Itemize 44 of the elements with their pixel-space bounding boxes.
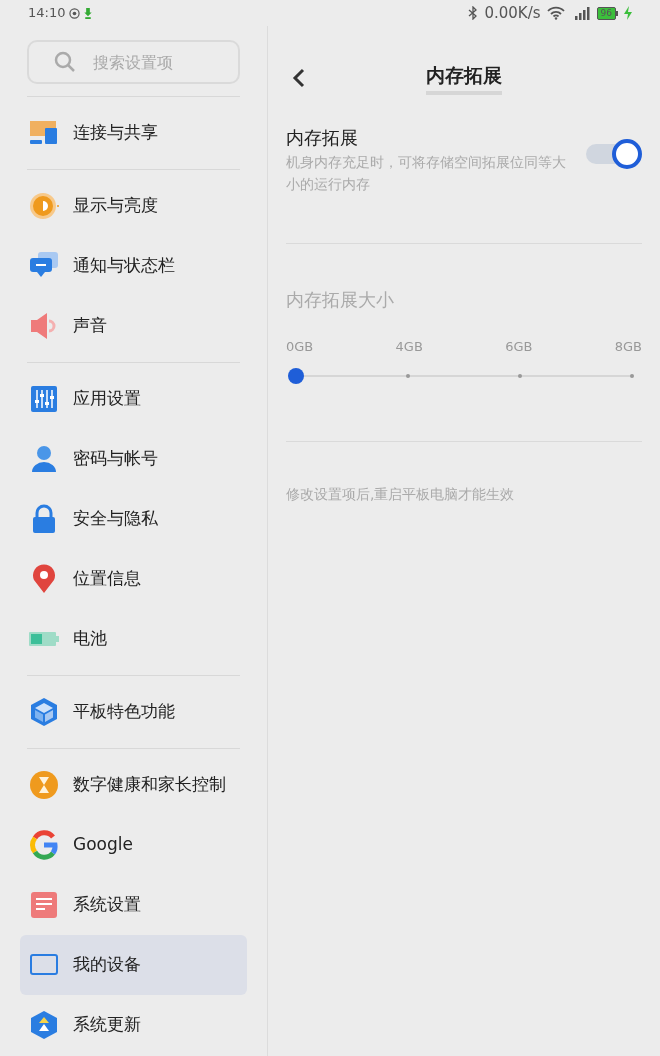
document-icon	[29, 890, 59, 920]
sidebar-item[interactable]: 连接与共享	[20, 103, 247, 163]
wifi-icon	[546, 6, 565, 20]
sidebar-item[interactable]: Google	[20, 815, 247, 875]
sidebar-item[interactable]: 系统设置	[20, 875, 247, 935]
slider-thumb[interactable]	[288, 367, 304, 384]
slider-label: 4GB	[395, 338, 423, 356]
sidebar-item[interactable]: 系统更新	[20, 995, 247, 1055]
person-icon	[29, 444, 59, 474]
status-time: 14:10	[28, 4, 66, 23]
setting-description: 机身内存充足时，可将存储空间拓展位同等大小的运行内存	[286, 153, 567, 194]
update-icon	[29, 1010, 59, 1040]
sidebar-item[interactable]: 我的设备	[20, 935, 247, 995]
page-title: 内存拓展	[426, 60, 502, 96]
toggle-switch[interactable]	[586, 140, 642, 168]
sidebar-item[interactable]: 电池	[20, 609, 247, 669]
download-icon	[84, 7, 93, 19]
bluetooth-icon	[468, 6, 479, 20]
sidebar-item[interactable]: 平板特色功能	[20, 682, 247, 742]
search-field[interactable]: 搜索设置项	[27, 40, 240, 84]
sidebar-item[interactable]: 应用设置	[20, 369, 247, 429]
sidebar-item[interactable]: 密码与帐号	[20, 429, 247, 489]
cube-icon	[29, 697, 59, 727]
back-icon[interactable]	[292, 68, 306, 88]
google-g-icon	[29, 830, 59, 860]
setting-title: 内存拓展	[286, 126, 359, 150]
hourglass-icon	[29, 770, 59, 800]
record-icon	[69, 7, 81, 19]
note-text: 修改设置项后,重启平板电脑才能生效	[286, 484, 516, 504]
sidebar-item[interactable]: 声音	[20, 296, 247, 356]
sidebar-item[interactable]: 通知与状态栏	[20, 236, 247, 296]
slider-label: 6GB	[505, 338, 533, 356]
network-speed: 0.00K/s	[484, 2, 541, 24]
brightness-icon	[29, 191, 59, 221]
sidebar-item[interactable]: 安全与隐私	[20, 489, 247, 549]
sidebar-item[interactable]: 数字健康和家长控制	[20, 755, 247, 815]
sliders-icon	[29, 384, 59, 414]
battery-indicator: 96	[596, 6, 618, 20]
slider-label: 8GB	[614, 338, 642, 356]
search-icon	[54, 51, 76, 73]
sidebar-item[interactable]: 位置信息	[20, 549, 247, 609]
sidebar-item[interactable]: 显示与亮度	[20, 176, 247, 236]
slider-label: 0GB	[286, 338, 314, 356]
section-title: 内存拓展大小	[286, 288, 395, 312]
